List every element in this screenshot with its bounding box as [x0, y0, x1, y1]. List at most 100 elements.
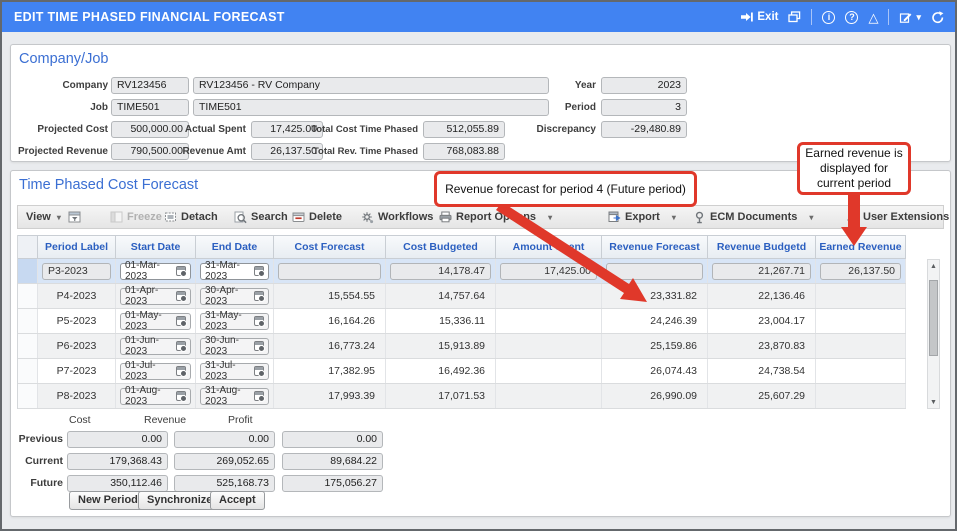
exit-button[interactable]: Exit [740, 11, 778, 23]
column-header-period-label[interactable]: Period Label [38, 236, 116, 258]
calendar-icon[interactable] [176, 366, 187, 377]
current-revenue-field: 269,052.65 [174, 453, 275, 470]
toolbar-user-extensions-button[interactable]: User Extensions [846, 206, 949, 228]
exit-label: Exit [757, 11, 779, 23]
accept-button[interactable]: Accept [210, 491, 265, 510]
toolbar-view-menu[interactable]: View ▾ [26, 206, 61, 228]
toolbar-report-options-menu[interactable]: Report Options ▾ [439, 206, 552, 228]
cell-revenue-budgeted: 22,136.46 [708, 284, 816, 308]
toolbar-detach-button[interactable]: Detach [164, 206, 218, 228]
toolbar-ecm-documents-menu[interactable]: ECM Documents ▾ [693, 206, 813, 228]
column-header-end-date[interactable]: End Date [196, 236, 274, 258]
calendar-icon[interactable] [176, 316, 187, 327]
cell-revenue-budgeted: 24,738.54 [708, 359, 816, 383]
cell-earned-revenue [816, 359, 906, 383]
cascade-windows-icon[interactable] [788, 11, 801, 23]
period-label-input[interactable]: P3-2023 [42, 262, 111, 280]
ecm-documents-label: ECM Documents [710, 211, 798, 223]
row-handle[interactable] [18, 259, 38, 283]
job-name-field: TIME501 [193, 99, 549, 116]
toolbar-search-button[interactable]: Search [234, 206, 288, 228]
date-value: 30-Apr-2023 [205, 285, 239, 307]
delete-icon [292, 211, 305, 223]
calendar-icon[interactable] [176, 391, 187, 402]
revenue-forecast-input[interactable] [606, 262, 703, 280]
toolbar-workflows-menu[interactable]: Workflows ▾ [361, 206, 449, 228]
end-date-input[interactable]: 31-Aug-2023 [200, 385, 269, 407]
toolbar-delete-button[interactable]: Delete [292, 206, 342, 228]
column-header-revenue-forecast[interactable]: Revenue Forecast [602, 236, 708, 258]
page-title: EDIT TIME PHASED FINANCIAL FORECAST [14, 10, 285, 24]
start-date-input[interactable]: 01-Apr-2023 [120, 285, 191, 307]
current-cost-field: 179,368.43 [67, 453, 168, 470]
table-row[interactable]: P6-2023 01-Jun-2023 30-Jun-2023 16,773.2… [18, 334, 906, 359]
calendar-icon[interactable] [176, 291, 187, 302]
toolbar-freeze-button[interactable]: Freeze [110, 206, 162, 228]
column-header-cost-forecast[interactable]: Cost Forecast [274, 236, 386, 258]
date-value: 31-Aug-2023 [205, 385, 241, 407]
cell-revenue-forecast: 24,246.39 [602, 309, 708, 333]
calendar-icon[interactable] [254, 391, 265, 402]
calendar-icon[interactable] [176, 341, 187, 352]
table-row[interactable]: P7-2023 01-Jul-2023 31-Jul-2023 17,382.9… [18, 359, 906, 384]
start-date-input[interactable]: 01-Jul-2023 [120, 360, 191, 382]
column-header-revenue-budgeted[interactable]: Revenue Budgetd [708, 236, 816, 258]
warning-icon[interactable]: △ [868, 11, 878, 24]
row-handle[interactable] [18, 359, 38, 383]
year-label: Year [574, 80, 596, 91]
cost-forecast-input[interactable] [278, 262, 381, 280]
start-date-input[interactable]: 01-Jun-2023 [120, 335, 191, 357]
select-all-corner[interactable] [18, 236, 38, 258]
calendar-icon[interactable] [254, 316, 265, 327]
table-row-selected[interactable]: P3-2023 01-Mar-2023 31-Mar-2023 14,178.4… [18, 259, 906, 284]
cell-revenue-forecast: 23,331.82 [602, 284, 708, 308]
column-header-amount-spent[interactable]: Amount Spent [496, 236, 602, 258]
toolbar-query-by-example-button[interactable] [68, 206, 81, 228]
printer-icon [439, 211, 452, 223]
start-date-input[interactable]: 01-Aug-2023 [120, 385, 191, 407]
refresh-icon[interactable] [931, 10, 945, 24]
scroll-down-button[interactable]: ▼ [928, 396, 939, 408]
synchronize-button[interactable]: Synchronize [138, 491, 222, 510]
calendar-icon[interactable] [254, 291, 265, 302]
scrollbar-thumb[interactable] [929, 280, 938, 356]
date-value: 31-Mar-2023 [205, 260, 241, 282]
end-date-input[interactable]: 31-May-2023 [200, 310, 269, 332]
table-row[interactable]: P5-2023 01-May-2023 31-May-2023 16,164.2… [18, 309, 906, 334]
cell-revenue-forecast: 26,074.43 [602, 359, 708, 383]
calendar-icon[interactable] [254, 266, 265, 277]
calendar-icon[interactable] [176, 266, 187, 277]
table-row[interactable]: P8-2023 01-Aug-2023 31-Aug-2023 17,993.3… [18, 384, 906, 409]
chevron-down-icon: ▾ [916, 11, 921, 22]
end-date-input[interactable]: 30-Apr-2023 [200, 285, 269, 307]
edit-menu-button[interactable]: ▾ [899, 11, 921, 24]
workflows-gear-icon [361, 211, 374, 224]
search-icon [234, 211, 247, 224]
calendar-icon[interactable] [254, 366, 265, 377]
row-handle[interactable] [18, 384, 38, 408]
titlebar-actions: Exit i ? △ ▾ [740, 2, 945, 32]
discrepancy-field: -29,480.89 [601, 121, 687, 138]
end-date-input[interactable]: 30-Jun-2023 [200, 335, 269, 357]
row-handle[interactable] [18, 284, 38, 308]
cost-budgeted-field: 14,178.47 [390, 262, 491, 280]
row-handle[interactable] [18, 334, 38, 358]
scroll-up-button[interactable]: ▲ [928, 260, 939, 272]
table-scrollbar[interactable]: ▲ ▼ [927, 259, 940, 409]
table-row[interactable]: P4-2023 01-Apr-2023 30-Apr-2023 15,554.5… [18, 284, 906, 309]
end-date-input[interactable]: 31-Jul-2023 [200, 360, 269, 382]
future-cost-field: 350,112.46 [67, 475, 168, 492]
amount-spent-field: 17,425.00 [500, 262, 597, 280]
info-icon[interactable]: i [822, 10, 836, 24]
cell-amount-spent [496, 309, 602, 333]
start-date-input[interactable]: 01-May-2023 [120, 310, 191, 332]
toolbar-export-menu[interactable]: Export ▾ [608, 206, 676, 228]
end-date-input[interactable]: 31-Mar-2023 [200, 260, 269, 282]
row-handle[interactable] [18, 309, 38, 333]
help-icon[interactable]: ? [845, 10, 859, 24]
calendar-icon[interactable] [254, 341, 265, 352]
column-header-cost-budgeted[interactable]: Cost Budgeted [386, 236, 496, 258]
column-header-earned-revenue[interactable]: Earned Revenue [816, 236, 906, 258]
column-header-start-date[interactable]: Start Date [116, 236, 196, 258]
start-date-input[interactable]: 01-Mar-2023 [120, 260, 191, 282]
